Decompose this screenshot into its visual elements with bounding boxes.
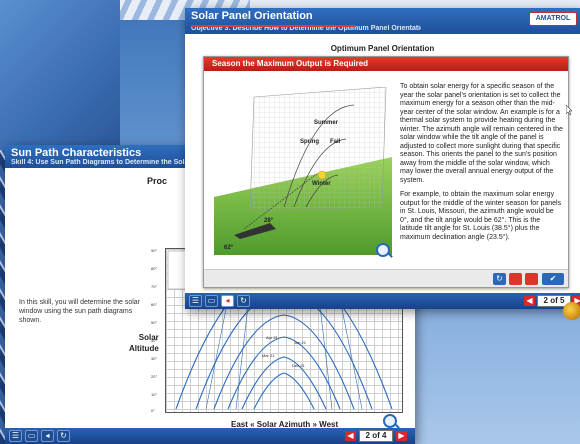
y-tick: 20° — [151, 374, 158, 379]
card-footer: ↻ ✔ — [204, 269, 568, 287]
card-title: Season the Maximum Output is Required — [204, 57, 568, 71]
paragraph-2: For example, to obtain the maximum solar… — [400, 191, 562, 241]
section-title: Proc — [147, 176, 168, 186]
amatrol-logo: AMATROL — [529, 12, 577, 26]
hour-line — [341, 308, 363, 410]
y-tick: 80° — [151, 266, 158, 271]
arc-label-jun: Jun 21 — [294, 340, 307, 345]
panel-illustration: Summer Spring Fall Winter 28° 62° — [214, 87, 392, 255]
solar-panel-window[interactable]: Solar Panel Orientation Objective 3: Des… — [185, 8, 580, 309]
arc-label-dec: Dec 21 — [292, 363, 305, 368]
paragraph-1: To obtain solar energy for a specific se… — [400, 83, 563, 184]
y-tick: 10° — [151, 392, 158, 397]
section-heading: Optimum Panel Orientation — [330, 44, 435, 53]
y-tick: 60° — [151, 302, 158, 307]
y-axis-label-line2: Altitude — [129, 344, 159, 353]
sun-badge-icon — [563, 302, 580, 320]
sun-path-arc-apr — [213, 314, 355, 410]
menu-list-icon[interactable]: ☰ — [9, 430, 22, 442]
mouse-cursor-icon — [566, 105, 572, 115]
audio-icon[interactable]: ◂ — [221, 295, 234, 307]
menu-list-icon[interactable]: ☰ — [189, 295, 202, 307]
y-tick: 70° — [151, 284, 158, 289]
step-button-2[interactable] — [525, 273, 538, 285]
y-tick: 50° — [151, 320, 158, 325]
glossary-icon[interactable]: ▭ — [25, 430, 38, 442]
label-summer: Summer — [314, 120, 339, 126]
background-panels — [0, 0, 120, 160]
label-winter: Winter — [312, 181, 331, 187]
title-underline — [191, 25, 356, 27]
orientation-diagram: Summer Spring Fall Winter 28° 62° — [214, 87, 392, 255]
replay-icon[interactable]: ↻ — [57, 430, 70, 442]
page-indicator: 2 of 4 — [359, 430, 393, 442]
y-axis-label: Solar Altitude — [129, 332, 159, 354]
solar-panel-footer: ☰ ▭ ◂ ↻ ◀ 2 of 5 ▶ — [185, 293, 580, 309]
replay-icon[interactable]: ↻ — [237, 295, 250, 307]
zoom-icon[interactable] — [383, 414, 397, 428]
hour-line — [205, 308, 227, 410]
arc-label-apr: Apr 21 — [266, 335, 279, 340]
glossary-icon[interactable]: ▭ — [205, 295, 218, 307]
card-body: To obtain solar energy for a specific se… — [400, 83, 564, 248]
prev-page-button[interactable]: ◀ — [524, 296, 535, 306]
content-card: Season the Maximum Output is Required Su… — [203, 56, 569, 288]
replay-icon[interactable]: ↻ — [493, 273, 506, 285]
next-page-button[interactable]: ▶ — [396, 431, 407, 441]
audio-icon[interactable]: ◂ — [41, 430, 54, 442]
check-icon[interactable]: ✔ — [542, 273, 564, 285]
sun-icon — [317, 170, 327, 180]
zoom-icon[interactable] — [376, 243, 390, 257]
y-tick: 90° — [151, 248, 158, 253]
angle-28: 28° — [264, 218, 274, 224]
window-title: Solar Panel Orientation — [191, 10, 313, 22]
sun-path-arc-feb — [241, 356, 327, 410]
angle-62: 62° — [224, 245, 234, 251]
step-button-1[interactable] — [509, 273, 522, 285]
sun-path-board — [249, 87, 387, 212]
y-tick: 30° — [151, 356, 158, 361]
label-fall: Fall — [330, 139, 341, 145]
intro-text: In this skill, you will determine the so… — [19, 299, 140, 324]
y-tick: 0° — [151, 408, 155, 413]
prev-page-button[interactable]: ◀ — [345, 431, 356, 441]
label-spring: Spring — [300, 139, 319, 145]
sun-path-arc-dec — [253, 372, 315, 410]
solar-panel-titlebar: Solar Panel Orientation Objective 3: Des… — [185, 8, 580, 34]
y-tick: 40° — [151, 338, 158, 343]
sun-path-footer: ☰ ▭ ◂ ↻ ◀ 2 of 4 ▶ — [5, 428, 415, 444]
arc-label-mar: Mar 21 — [262, 353, 275, 358]
